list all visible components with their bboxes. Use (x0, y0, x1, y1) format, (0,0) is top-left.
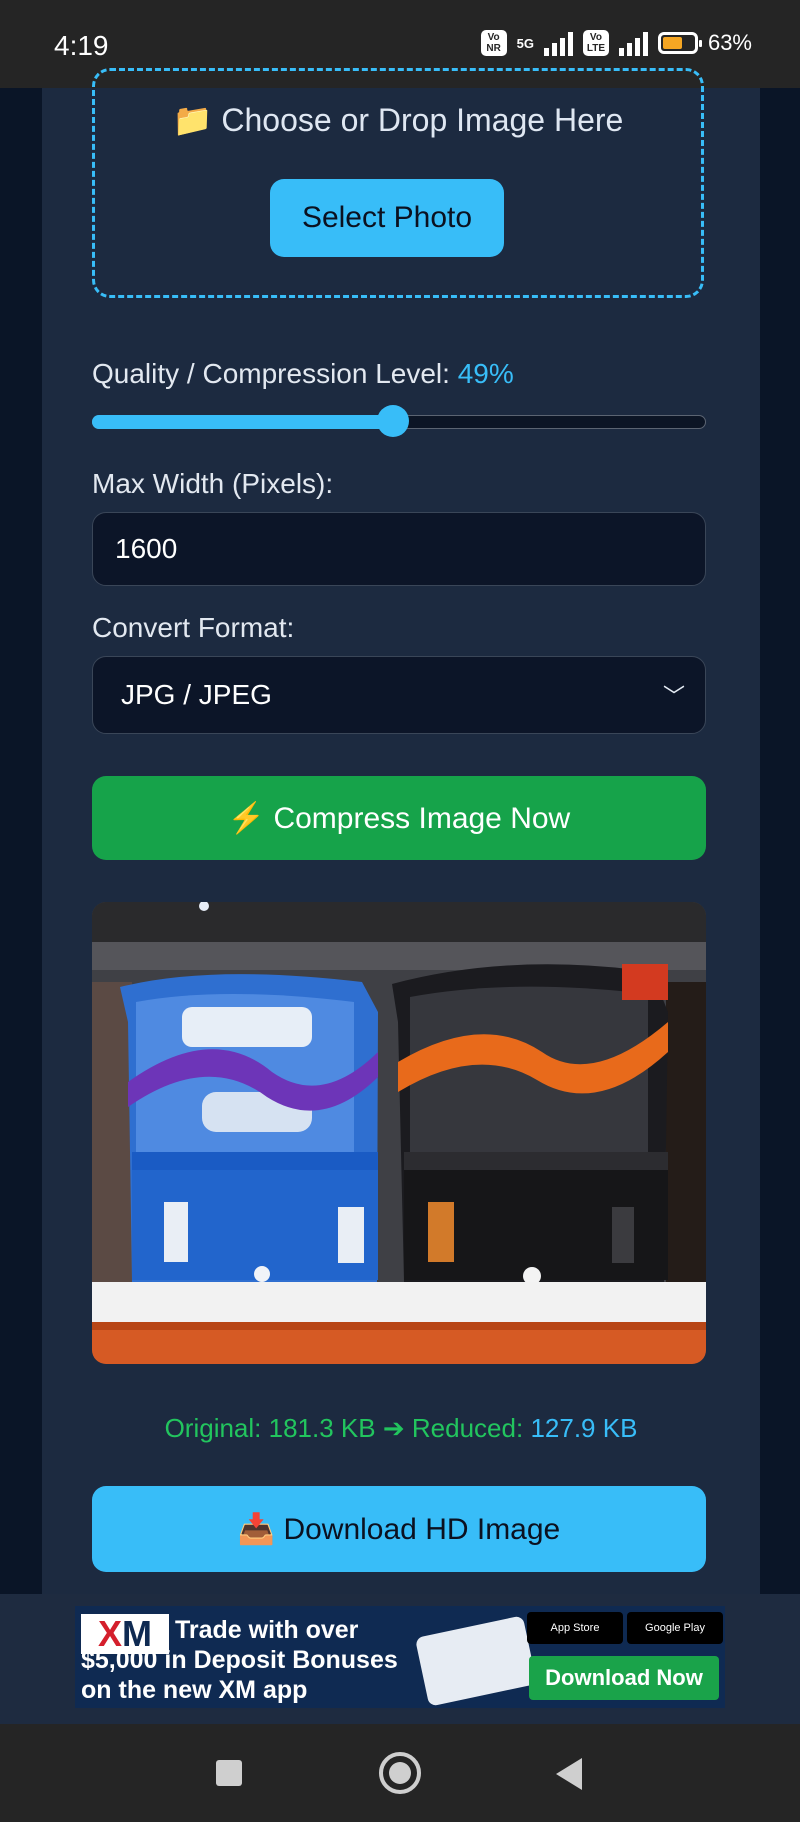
google-play-badge: Google Play (627, 1612, 723, 1644)
status-time: 4:19 (54, 30, 109, 61)
page-background: 📁 Choose or Drop Image Here Select Photo… (0, 68, 800, 1594)
format-selected: JPG / JPEG (121, 679, 272, 710)
xm-ad-banner[interactable]: XM Trade with over $5,000 in Deposit Bon… (75, 1606, 725, 1708)
size-stats: Original: 181.3 KB ➔ Reduced: 127.9 KB (42, 1413, 760, 1444)
max-width-value: 1600 (115, 533, 178, 564)
compressor-card: 📁 Choose or Drop Image Here Select Photo… (42, 68, 760, 1594)
ad-download-button[interactable]: Download Now (529, 1656, 719, 1700)
dropzone-prompt: 📁 Choose or Drop Image Here (172, 102, 624, 138)
original-size: 181.3 KB (268, 1413, 376, 1443)
phone-image (414, 1615, 538, 1707)
vonr-icon: Vo NR (480, 30, 507, 56)
ad-line-3: on the new XM app (81, 1676, 308, 1704)
quality-label: Quality / Compression Level: 49% (92, 358, 514, 390)
back-icon[interactable] (556, 1758, 582, 1790)
app-store-badge: App Store (527, 1612, 623, 1644)
select-photo-button[interactable]: Select Photo (270, 179, 504, 257)
original-label: Original: (164, 1413, 262, 1443)
signal-2-icon (618, 30, 648, 56)
quality-label-text: Quality / Compression Level: (92, 358, 450, 389)
quality-value: 49% (457, 358, 514, 389)
compress-button[interactable]: ⚡ Compress Image Now (92, 776, 706, 860)
system-nav-bar (0, 1724, 800, 1822)
max-width-label: Max Width (Pixels): (92, 468, 334, 499)
network-type: 5G (516, 35, 534, 51)
download-button[interactable]: 📥 Download HD Image (92, 1486, 706, 1572)
reduced-label: Reduced: (411, 1413, 524, 1443)
chevron-down-icon: ﹀ (662, 684, 685, 709)
battery-percent: 63% (707, 30, 752, 55)
water-purifier-photo (92, 902, 706, 1364)
slider-fill (92, 415, 393, 429)
max-width-input[interactable]: 1600 (92, 512, 706, 586)
signal-icon (543, 30, 573, 56)
volte-icon: Vo LTE (582, 30, 609, 56)
recents-icon[interactable] (216, 1760, 242, 1786)
format-label: Convert Format: (92, 612, 295, 643)
arrow-icon: ➔ (382, 1413, 405, 1443)
ad-line-1: Trade with over (175, 1616, 359, 1644)
format-select[interactable]: JPG / JPEG ﹀ (92, 656, 706, 734)
status-icons: Vo NR 5G Vo LTE 63% (480, 30, 752, 56)
slider-thumb[interactable] (376, 405, 409, 437)
home-icon[interactable] (379, 1752, 421, 1794)
ad-line-2: $5,000 in Deposit Bonuses (81, 1646, 398, 1674)
quality-slider[interactable] (92, 405, 706, 437)
image-dropzone[interactable]: 📁 Choose or Drop Image Here Select Photo (92, 68, 704, 298)
image-preview (92, 902, 706, 1364)
ad-bar: XM Trade with over $5,000 in Deposit Bon… (0, 1594, 800, 1724)
reduced-size: 127.9 KB (530, 1413, 638, 1443)
battery-icon (657, 32, 702, 54)
